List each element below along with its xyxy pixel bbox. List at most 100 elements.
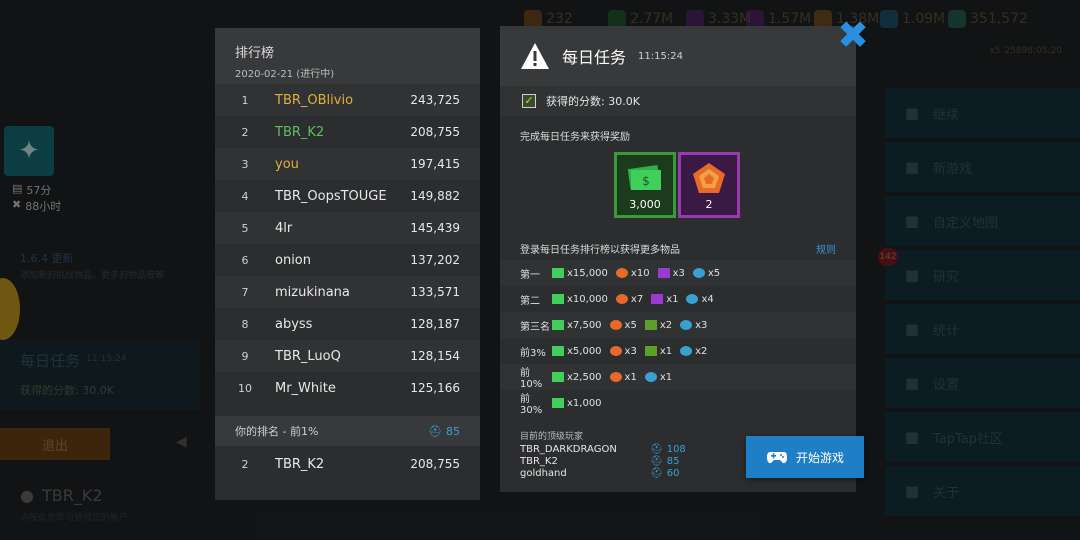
tier-item: x1: [644, 345, 673, 357]
tier-item-value: x1: [659, 371, 673, 383]
cash-icon: $: [627, 165, 661, 190]
tier-items: x10,000 x7 x1 x4: [552, 294, 714, 305]
badge-icon: [609, 320, 622, 330]
tier-item: x7,500: [552, 320, 602, 331]
table-row[interactable]: 9 TBR_LuoQ 128,154: [215, 340, 480, 372]
reward-cash: $ 3,000: [614, 152, 676, 218]
player-score: 145,439: [410, 221, 460, 235]
table-row[interactable]: 4 TBR_OopsTOUGE 149,882: [215, 180, 480, 212]
leaderboard-panel: 排行榜 2020-02-21 (进行中) 1 TBR_OBlivio 243,725…: [215, 28, 480, 500]
top-players-label: 目前的顶级玩家: [520, 432, 584, 442]
token-icon: ⛑: [428, 424, 442, 438]
gamepad-icon: [766, 452, 787, 464]
player-score: 149,882: [410, 189, 460, 203]
tier-item: x15,000: [552, 268, 608, 279]
leaderboard-header: 排行榜 2020-02-21 (进行中): [215, 28, 480, 84]
tier-items: x7,500 x5 x2 x3: [552, 320, 707, 331]
tier-item: x2: [644, 319, 673, 331]
table-row[interactable]: 8 abyss 128,187: [215, 308, 480, 340]
tier-item-value: x5: [707, 267, 721, 279]
table-row[interactable]: 10 Mr_White 125,166: [215, 372, 480, 404]
close-icon[interactable]: ✖: [836, 16, 870, 54]
tier-label: 前30%: [520, 394, 543, 416]
reward-badge: 2: [678, 152, 740, 218]
top-player-name: TBR_K2: [520, 456, 558, 467]
tier-item: x2: [680, 346, 707, 357]
player-score: 128,187: [410, 317, 460, 331]
player-score: 128,154: [410, 349, 460, 363]
top-player-name: TBR_DARKDRAGON: [520, 444, 617, 455]
token-icon: ⛑: [650, 456, 663, 467]
player-score: 125,166: [410, 381, 460, 395]
player-score: 243,725: [410, 93, 460, 107]
table-row[interactable]: 1 TBR_OBlivio 243,725: [215, 84, 480, 116]
badge-icon: [609, 372, 622, 382]
rules-link[interactable]: 规则: [816, 241, 836, 256]
your-rank-points: ⛑ 85: [428, 425, 460, 438]
tier-item-value: x7: [630, 293, 644, 305]
token-icon: [644, 372, 657, 382]
player-name: TBR_LuoQ: [275, 348, 341, 364]
my-rank-row: 2 TBR_K2 208,755: [215, 448, 480, 480]
table-row[interactable]: 2 TBR_K2 208,755: [215, 116, 480, 148]
svg-text:$: $: [642, 174, 650, 188]
table-row[interactable]: 6 onion 137,202: [215, 244, 480, 276]
tier-items: x2,500 x1 x1: [552, 372, 672, 383]
rank-number: 10: [238, 381, 252, 395]
cash-icon: [552, 294, 564, 304]
token-icon: [692, 268, 705, 278]
tier-row: 第三名 x7,500 x5 x2 x3: [500, 312, 856, 338]
tier-row: 第一 x15,000 x10 x3 x5: [500, 260, 856, 286]
top-player-score: ⛑ 85: [650, 456, 679, 467]
token-icon: ⛑: [650, 468, 663, 479]
cash-icon: [552, 346, 564, 356]
tier-item-value: x2: [659, 319, 673, 331]
table-row[interactable]: 3 you 197,415: [215, 148, 480, 180]
table-row[interactable]: 7 mizukinana 133,571: [215, 276, 480, 308]
player-name: TBR_OBlivio: [275, 92, 354, 108]
tier-item-value: x10,000: [567, 293, 608, 305]
tier-item-value: x1,000: [567, 397, 602, 409]
badge-icon: [609, 346, 622, 356]
tier-row: 第二 x10,000 x7 x1 x4: [500, 286, 856, 312]
top-player-name: goldhand: [520, 468, 567, 479]
tier-row: 前10% x2,500 x1 x1: [500, 364, 856, 390]
tier-item-value: x1: [659, 345, 673, 357]
tier-items: x15,000 x10 x3 x5: [552, 268, 720, 279]
top-player-score-value: 60: [666, 468, 680, 479]
tier-item: x4: [686, 293, 714, 305]
badge-icon: [693, 163, 725, 193]
daily-score-row: ✓ 获得的分数: 30.0K: [500, 86, 856, 116]
tier-item-value: x15,000: [567, 267, 608, 279]
rank-number: 8: [241, 317, 249, 331]
start-game-button[interactable]: 开始游戏: [746, 436, 864, 478]
cash-icon: [552, 320, 564, 330]
tier-items: x1,000: [552, 398, 602, 409]
cash-icon: [552, 268, 564, 278]
tier-item: x7: [615, 293, 644, 305]
player-name: TBR_OopsTOUGE: [275, 188, 387, 204]
start-game-label: 开始游戏: [795, 450, 844, 465]
token-icon: [680, 320, 693, 330]
cube-icon: [657, 268, 670, 278]
daily-quest-header: 每日任务 11:15:24: [500, 26, 856, 86]
player-name: Mr_White: [275, 380, 336, 396]
tier-label: 前3%: [520, 347, 546, 359]
leaderboard-list[interactable]: 1 TBR_OBlivio 243,725 2 TBR_K2 208,755 3 you 197…: [215, 84, 480, 404]
tier-item: x1: [644, 371, 673, 383]
my-rank: 2: [241, 457, 249, 471]
tier-items: x5,000 x3 x1 x2: [552, 346, 707, 357]
tier-item-value: x3: [672, 267, 685, 279]
tier-item-value: x4: [701, 293, 714, 305]
my-score: 208,755: [410, 457, 460, 471]
table-row[interactable]: 5 4lr 145,439: [215, 212, 480, 244]
rank-number: 9: [241, 349, 249, 363]
tier-item: x3: [609, 346, 637, 357]
tier-item-value: x3: [695, 319, 708, 331]
tier-item: x2,500: [552, 372, 602, 383]
tier-item: x3: [657, 267, 685, 279]
player-score: 197,415: [410, 157, 460, 171]
warning-icon: [520, 42, 550, 70]
green-cube-icon: [644, 320, 657, 330]
player-name: mizukinana: [275, 284, 350, 300]
